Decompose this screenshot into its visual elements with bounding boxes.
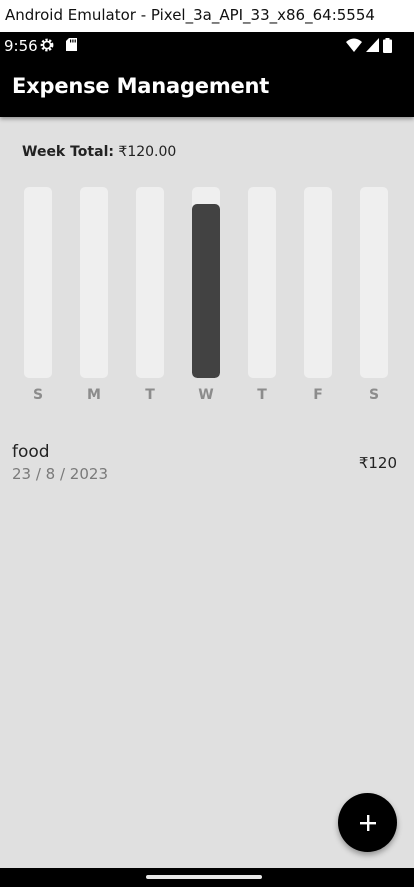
chart-day-label: M bbox=[87, 387, 101, 403]
chart-day-label: W bbox=[198, 387, 214, 403]
transaction-title: food bbox=[12, 442, 50, 462]
chart-day-label: S bbox=[32, 387, 44, 403]
app-title: Expense Management bbox=[12, 74, 270, 98]
chart-bar-fill bbox=[192, 204, 220, 378]
battery-icon bbox=[383, 37, 392, 53]
app-bar: Expense Management bbox=[0, 58, 414, 117]
chart-bar-track bbox=[80, 187, 108, 378]
settings-gear-icon bbox=[40, 38, 54, 52]
week-total-value: ₹120.00 bbox=[118, 144, 177, 160]
status-time: 9:56 bbox=[4, 37, 38, 55]
chart-bar-track bbox=[360, 187, 388, 378]
chart-bar-track bbox=[248, 187, 276, 378]
chart-bar-0: S bbox=[24, 187, 52, 407]
plus-icon bbox=[359, 814, 376, 831]
phone-screen: 9:56 Expense Management Week Total: ₹120… bbox=[0, 32, 414, 887]
chart-bar-2: T bbox=[136, 187, 164, 407]
chart-day-label: S bbox=[368, 387, 380, 403]
chart-day-label: T bbox=[257, 387, 267, 403]
home-gesture-handle[interactable] bbox=[146, 875, 262, 879]
transaction-amount: ₹120 bbox=[358, 454, 397, 472]
transaction-date: 23 / 8 / 2023 bbox=[12, 465, 108, 483]
chart-day-label: T bbox=[145, 387, 155, 403]
chart-day-label: F bbox=[313, 387, 323, 403]
weekly-spending-chart: SMTWTFS bbox=[0, 187, 414, 407]
cellular-signal-icon bbox=[366, 38, 379, 52]
chart-bar-6: S bbox=[360, 187, 388, 407]
chart-bar-1: M bbox=[80, 187, 108, 407]
chart-bar-track bbox=[192, 187, 220, 378]
transaction-item[interactable]: food 23 / 8 / 2023 ₹120 bbox=[0, 434, 414, 490]
wifi-icon bbox=[346, 38, 362, 52]
sd-card-icon bbox=[66, 38, 77, 51]
chart-bar-track bbox=[24, 187, 52, 378]
week-total-label: Week Total: bbox=[22, 144, 114, 160]
add-expense-button[interactable] bbox=[338, 793, 397, 852]
chart-bar-track bbox=[304, 187, 332, 378]
status-right-icons bbox=[346, 37, 392, 53]
chart-bar-3: W bbox=[192, 187, 220, 407]
chart-bar-4: T bbox=[248, 187, 276, 407]
chart-bar-track bbox=[136, 187, 164, 378]
emulator-window-title: Android Emulator - Pixel_3a_API_33_x86_6… bbox=[0, 0, 414, 32]
week-total: Week Total: ₹120.00 bbox=[22, 144, 176, 160]
system-navigation-bar bbox=[0, 868, 414, 887]
chart-bar-5: F bbox=[304, 187, 332, 407]
status-bar: 9:56 bbox=[0, 32, 414, 58]
